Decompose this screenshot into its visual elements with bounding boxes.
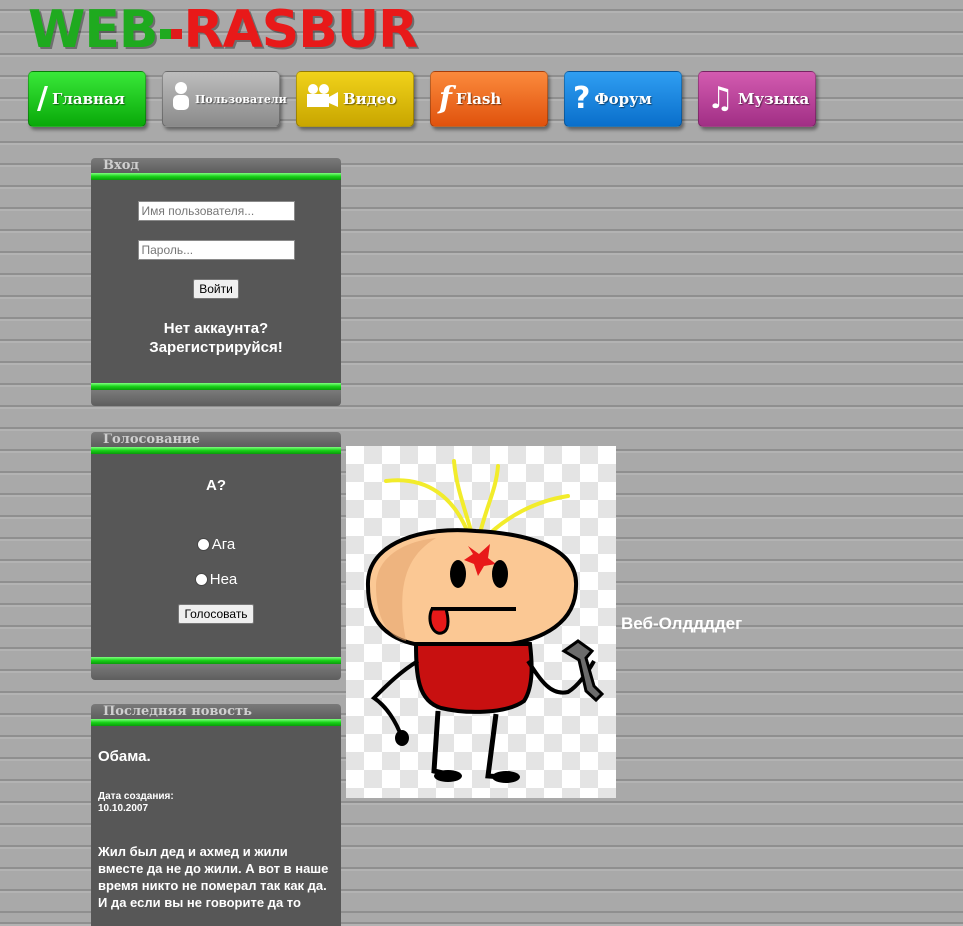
nav-video-label: Видео [343, 90, 397, 108]
login-panel-body: Войти Нет аккаунта? Зарегистрируйся! [91, 180, 341, 383]
register-line2: Зарегистрируйся! [149, 339, 283, 356]
news-panel-title: Последняя новость [91, 704, 341, 719]
slash-icon: / [37, 81, 48, 116]
username-input[interactable] [137, 201, 295, 221]
poll-question: А? [206, 477, 226, 494]
character-image [346, 446, 616, 798]
flash-icon: f [439, 81, 452, 116]
question-icon: ? [573, 81, 591, 116]
panel-green-bar [91, 447, 341, 454]
poll-option[interactable]: Неа [91, 571, 341, 588]
nav-forum-label: Форум [594, 90, 652, 108]
register-line1: Нет аккаунта? [163, 320, 269, 337]
poll-panel: Голосование А? Ага Неа Голосовать [91, 432, 341, 680]
logo-web-text: WEB [28, 0, 159, 60]
news-date-label: Дата создания: [98, 791, 174, 802]
panel-footer [91, 664, 341, 680]
panel-green-bar [91, 383, 341, 390]
news-date: 10.10.2007 [98, 803, 149, 814]
nav-flash-label: Flash [455, 90, 502, 108]
news-panel-body: Обама. Дата создания: 10.10.2007 Жил был… [91, 726, 341, 926]
image-caption: Веб-Олддддег [621, 614, 743, 633]
panel-green-bar [91, 657, 341, 664]
nav-home-label: Главная [51, 90, 125, 108]
news-panel: Последняя новость Обама. Дата создания: … [91, 704, 341, 926]
radio-button[interactable] [194, 573, 208, 586]
poll-option-label: Неа [209, 571, 238, 588]
nav-music-label: Музыка [737, 90, 810, 108]
music-note-icon: ♫ [707, 81, 734, 116]
cartoon-character-drawing [365, 459, 605, 783]
nav-home-button[interactable]: / Главная [28, 71, 146, 127]
login-button[interactable]: Войти [193, 279, 239, 299]
poll-option-label: Ага [211, 536, 236, 553]
news-date-block: Дата создания: 10.10.2007 [98, 791, 335, 815]
camera-icon [305, 83, 339, 115]
panel-green-bar [91, 173, 341, 180]
nav-users-label: Пользователи [195, 92, 287, 106]
poll-panel-body: А? Ага Неа Голосовать [91, 454, 341, 657]
panel-footer [91, 390, 341, 406]
site-logo[interactable]: WEB RASBUR [28, 0, 419, 60]
password-input[interactable] [137, 240, 295, 260]
nav-video-button[interactable]: Видео [296, 71, 414, 127]
logo-dash [159, 29, 182, 39]
logo-rasbur-text: RASBUR [183, 0, 419, 60]
register-link[interactable]: Нет аккаунта? Зарегистрируйся! [91, 319, 341, 357]
nav-music-button[interactable]: ♫ Музыка [698, 71, 816, 127]
nav-users-button[interactable]: Пользователи [162, 71, 287, 127]
news-headline[interactable]: Обама. [98, 748, 335, 765]
news-body: Жил был дед и ахмед и жили вместе да не … [98, 844, 329, 910]
panel-green-bar [91, 719, 341, 726]
user-icon [171, 81, 191, 117]
login-panel-title: Вход [91, 158, 341, 173]
vote-button[interactable]: Голосовать [178, 604, 254, 624]
poll-panel-title: Голосование [91, 432, 341, 447]
radio-button[interactable] [196, 538, 210, 551]
poll-option[interactable]: Ага [91, 536, 341, 553]
nav-forum-button[interactable]: ? Форум [564, 71, 682, 127]
login-panel: Вход Войти Нет аккаунта? Зарегистрируйся… [91, 158, 341, 406]
nav-flash-button[interactable]: f Flash [430, 71, 548, 127]
